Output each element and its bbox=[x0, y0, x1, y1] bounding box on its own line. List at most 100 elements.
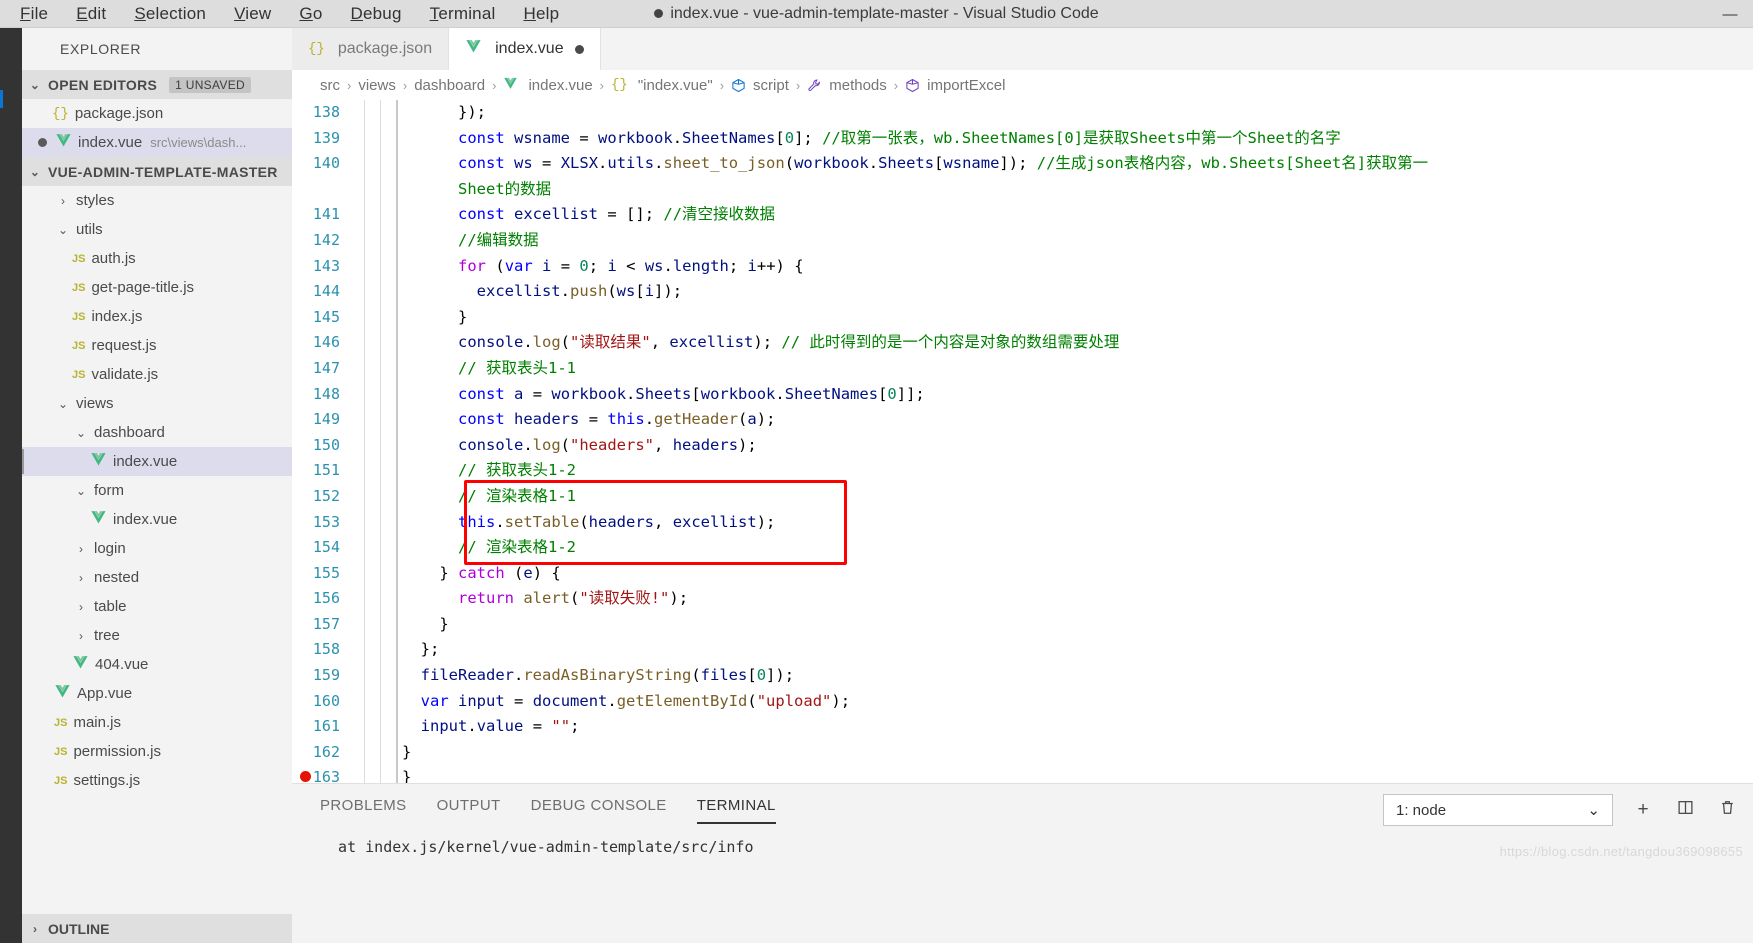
new-terminal-icon[interactable]: + bbox=[1631, 799, 1655, 821]
bottom-panel: PROBLEMS OUTPUT DEBUG CONSOLE TERMINAL 1: n… bbox=[292, 783, 1753, 943]
tree-item-dashboard[interactable]: ⌄ dashboard bbox=[22, 418, 292, 447]
code-line[interactable]: 141 const excellist = []; //清空接收数据 bbox=[292, 202, 1753, 228]
code-line[interactable]: 146 console.log("读取结果", excellist); // 此… bbox=[292, 330, 1753, 356]
tree-item-validate-js[interactable]: JS validate.js bbox=[22, 360, 292, 389]
tab-dirty-dot-icon[interactable] bbox=[574, 44, 584, 54]
tree-item-label: index.vue bbox=[113, 511, 178, 528]
js-icon: JS bbox=[72, 339, 86, 352]
code-line[interactable]: 153 this.setTable(headers, excellist); bbox=[292, 510, 1753, 536]
code-line[interactable]: 159 fileReader.readAsBinaryString(files[… bbox=[292, 663, 1753, 689]
tree-item-app-vue[interactable]: App.vue bbox=[22, 679, 292, 708]
tree-item-index-vue[interactable]: index.vue bbox=[22, 447, 292, 476]
code-line[interactable]: 161 input.value = ""; bbox=[292, 714, 1753, 740]
tree-item-request-js[interactable]: JS request.js bbox=[22, 331, 292, 360]
code-line[interactable]: 138 }); bbox=[292, 100, 1753, 126]
window-controls: — bbox=[1707, 0, 1753, 28]
tree-item-settings-js[interactable]: JS settings.js bbox=[22, 766, 292, 795]
breadcrumb-item-indexvue[interactable]: index.vue bbox=[503, 76, 593, 95]
tree-item-utils[interactable]: ⌄ utils bbox=[22, 215, 292, 244]
tree-item-tree[interactable]: › tree bbox=[22, 621, 292, 650]
tree-item-permission-js[interactable]: JS permission.js bbox=[22, 737, 292, 766]
tree-item-main-js[interactable]: JS main.js bbox=[22, 708, 292, 737]
project-header[interactable]: ⌄ VUE-ADMIN-TEMPLATE-MASTER bbox=[22, 157, 292, 186]
tree-item-label: App.vue bbox=[77, 685, 133, 702]
tree-item-nested[interactable]: › nested bbox=[22, 563, 292, 592]
breadcrumb-separator: › bbox=[402, 77, 408, 93]
tree-item-index-js[interactable]: JS index.js bbox=[22, 302, 292, 331]
open-editor-item[interactable]: {} package.json bbox=[22, 99, 292, 128]
menu-help[interactable]: Help bbox=[509, 2, 573, 26]
code-line[interactable]: 149 const headers = this.getHeader(a); bbox=[292, 407, 1753, 433]
outline-section-header[interactable]: › OUTLINE bbox=[22, 914, 292, 943]
chevron-down-icon: ⌄ bbox=[29, 164, 41, 179]
menu-edit[interactable]: Edit bbox=[62, 2, 120, 26]
code-line[interactable]: 150 console.log("headers", headers); bbox=[292, 433, 1753, 459]
tab-index-vue[interactable]: index.vue bbox=[449, 28, 601, 70]
breadcrumb-item-views[interactable]: views bbox=[358, 77, 396, 94]
tree-item-get-page-title-js[interactable]: JS get-page-title.js bbox=[22, 273, 292, 302]
code-line[interactable]: 140 const ws = XLSX.utils.sheet_to_json(… bbox=[292, 151, 1753, 202]
code-line[interactable]: 158 }; bbox=[292, 637, 1753, 663]
tree-item-label: settings.js bbox=[73, 772, 141, 789]
tree-item-views[interactable]: ⌄ views bbox=[22, 389, 292, 418]
code-line[interactable]: 163} bbox=[292, 765, 1753, 783]
code-line[interactable]: 160 var input = document.getElementById(… bbox=[292, 689, 1753, 715]
menu-go[interactable]: Go bbox=[285, 2, 336, 26]
code-text: }; bbox=[420, 640, 440, 659]
terminal-selector[interactable]: 1: node ⌄ bbox=[1383, 794, 1613, 826]
code-line[interactable]: 139 const wsname = workbook.SheetNames[0… bbox=[292, 126, 1753, 152]
breadcrumb-item-importexcel[interactable]: importExcel bbox=[905, 77, 1005, 94]
panel-tab-problems[interactable]: PROBLEMS bbox=[320, 797, 407, 820]
code-line[interactable]: 162} bbox=[292, 740, 1753, 766]
wrench-icon bbox=[807, 78, 822, 93]
chevron-right-icon: › bbox=[79, 570, 83, 585]
minimize-button[interactable]: — bbox=[1707, 0, 1753, 28]
code-line[interactable]: 142 //编辑数据 bbox=[292, 228, 1753, 254]
tree-item-styles[interactable]: › styles bbox=[22, 186, 292, 215]
open-editor-item[interactable]: index.vue src\views\dash... bbox=[22, 128, 292, 157]
tree-item-login[interactable]: › login bbox=[22, 534, 292, 563]
code-line[interactable]: 152 // 渲染表格1-1 bbox=[292, 484, 1753, 510]
tree-item-404-vue[interactable]: 404.vue bbox=[22, 650, 292, 679]
code-editor[interactable]: 138 }); 139 const wsname = workbook.Sheet… bbox=[292, 100, 1753, 783]
panel-tab-debug-console[interactable]: DEBUG CONSOLE bbox=[531, 797, 667, 820]
code-line[interactable]: 156 return alert("读取失败!"); bbox=[292, 586, 1753, 612]
menu-file[interactable]: File bbox=[6, 2, 62, 26]
code-line[interactable]: 155 } catch (e) { bbox=[292, 561, 1753, 587]
menu-terminal[interactable]: Terminal bbox=[416, 2, 510, 26]
breadcrumb-item-methods[interactable]: methods bbox=[807, 77, 887, 94]
code-line[interactable]: 154 // 渲染表格1-2 bbox=[292, 535, 1753, 561]
menu-debug[interactable]: Debug bbox=[337, 2, 416, 26]
tree-item-form[interactable]: ⌄ form bbox=[22, 476, 292, 505]
code-line[interactable]: 157 } bbox=[292, 612, 1753, 638]
chevron-down-icon: ⌄ bbox=[75, 425, 87, 440]
tab-label: package.json bbox=[337, 40, 433, 57]
kill-terminal-icon[interactable] bbox=[1715, 799, 1739, 822]
code-line[interactable]: 151 // 获取表头1-2 bbox=[292, 458, 1753, 484]
panel-tab-terminal[interactable]: TERMINAL bbox=[696, 797, 776, 824]
code-line[interactable]: 148 const a = workbook.Sheets[workbook.S… bbox=[292, 382, 1753, 408]
breadcrumb-item-dashboard[interactable]: dashboard bbox=[414, 77, 485, 94]
panel-tab-output[interactable]: OUTPUT bbox=[437, 797, 501, 820]
tree-item-index-vue[interactable]: index.vue bbox=[22, 505, 292, 534]
code-line[interactable]: 144 excellist.push(ws[i]); bbox=[292, 279, 1753, 305]
tree-item-table[interactable]: › table bbox=[22, 592, 292, 621]
tab-package-json[interactable]: {} package.json bbox=[292, 28, 450, 70]
split-terminal-icon[interactable] bbox=[1673, 799, 1697, 822]
symbol-method-icon bbox=[905, 78, 920, 93]
breadcrumb-item-script[interactable]: script bbox=[731, 77, 789, 94]
activity-bar[interactable] bbox=[0, 28, 22, 943]
open-editor-label: package.json bbox=[74, 105, 164, 122]
chevron-down-icon: ⌄ bbox=[75, 483, 87, 498]
js-icon: JS bbox=[54, 745, 68, 758]
activity-active-indicator bbox=[0, 90, 3, 108]
code-line[interactable]: 147 // 获取表头1-1 bbox=[292, 356, 1753, 382]
menu-selection[interactable]: Selection bbox=[120, 2, 220, 26]
breadcrumb-item-src[interactable]: src bbox=[320, 77, 340, 94]
menu-view[interactable]: View bbox=[220, 2, 285, 26]
open-editors-header[interactable]: ⌄ OPEN EDITORS 1 UNSAVED bbox=[22, 70, 292, 99]
breadcrumb-item-indexvue[interactable]: {} "index.vue" bbox=[611, 77, 713, 94]
tree-item-auth-js[interactable]: JS auth.js bbox=[22, 244, 292, 273]
code-line[interactable]: 143 for (var i = 0; i < ws.length; i++) … bbox=[292, 254, 1753, 280]
code-line[interactable]: 145 } bbox=[292, 305, 1753, 331]
